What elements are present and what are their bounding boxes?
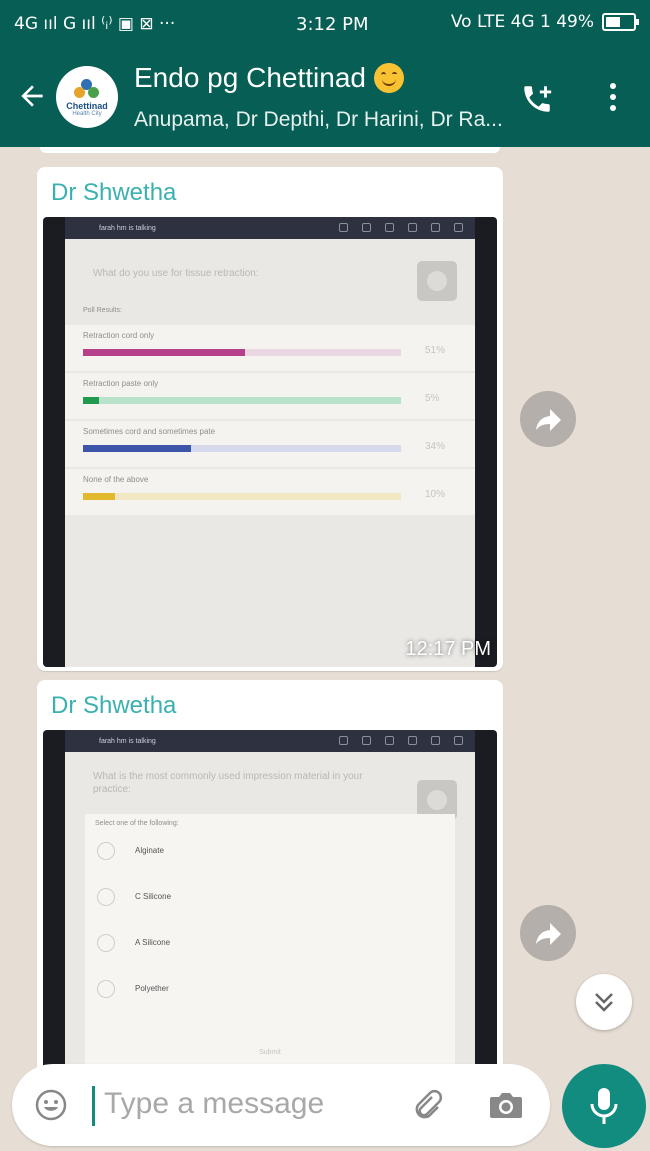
poll-result-row: Sometimes cord and sometimes pate 34% (65, 421, 475, 467)
forward-icon[interactable] (520, 391, 576, 447)
message-input[interactable]: Type a message (104, 1087, 324, 1121)
message-bubble[interactable]: Dr Shwetha farah hm is talking What is t… (37, 680, 503, 1067)
poll-results-label: Poll Results: (83, 307, 122, 314)
group-name: Endo pg Chettinad (134, 62, 366, 93)
talking-indicator: farah hm is talking (99, 737, 156, 745)
previous-message-edge (40, 147, 500, 153)
message-time: 12:17 PM (405, 638, 491, 660)
poll-question: What is the most commonly used impressio… (93, 771, 363, 795)
poll-result-row: Retraction paste only 5% (65, 373, 475, 419)
poll-question: What do you use for tissue retraction: (93, 268, 259, 279)
poll-result-row: None of the above 10% (65, 469, 475, 515)
poll-option: C Silicone (97, 888, 437, 908)
result-label: Retraction cord only (83, 331, 155, 340)
result-percent: 5% (425, 393, 440, 404)
poll-option: Polyether (97, 980, 437, 1000)
result-bar-track (83, 493, 401, 500)
talking-indicator: farah hm is talking (99, 224, 156, 232)
status-time: 3:12 PM (296, 14, 369, 35)
radio-icon (97, 842, 115, 860)
result-bar-track (83, 397, 401, 404)
option-label: C Silicone (135, 892, 172, 901)
result-percent: 51% (425, 345, 446, 356)
result-label: Sometimes cord and sometimes pate (83, 427, 216, 436)
result-bar-fill (83, 349, 245, 356)
network-battery-text: Vo LTE 4G 1 49% (450, 12, 594, 32)
message-bubble[interactable]: Dr Shwetha farah hm is talking What do y… (37, 167, 503, 671)
poll-option: Alginate (97, 842, 437, 862)
radio-icon (97, 888, 115, 906)
toolbar-icons (339, 736, 463, 745)
result-bar-fill (83, 397, 99, 404)
avatar-subtext: Health City (72, 110, 102, 117)
sender-name: Dr Shwetha (51, 692, 177, 719)
message-composer[interactable]: Type a message (12, 1064, 550, 1146)
poll-result-row: Retraction cord only 51% (65, 325, 475, 371)
status-indicators-left: 4G ııl G ııl ⁽ᵢ⁾ ▣ ⊠ ··· (14, 14, 176, 34)
toolbar-icons (339, 223, 463, 232)
poll-results-screenshot: farah hm is talking What do you use for … (65, 217, 475, 667)
poll-option: A Silicone (97, 934, 437, 954)
hospital-logo-icon (74, 78, 100, 101)
result-bar-track (83, 445, 401, 452)
option-label: Alginate (135, 846, 164, 855)
radio-icon (97, 980, 115, 998)
result-bar-fill (83, 493, 115, 500)
result-bar-track (83, 349, 401, 356)
chat-header: Chettinad Health City Endo pg Chettinad … (0, 50, 650, 147)
option-label: A Silicone (135, 938, 171, 947)
result-percent: 34% (425, 441, 446, 452)
attach-icon[interactable] (410, 1088, 444, 1122)
camera-icon[interactable] (488, 1090, 524, 1120)
image-attachment[interactable]: farah hm is talking What is the most com… (43, 730, 497, 1067)
smiling-emoji-icon (373, 63, 404, 93)
image-attachment[interactable]: farah hm is talking What do you use for … (43, 217, 497, 667)
result-bar-fill (83, 445, 191, 452)
mic-icon[interactable] (562, 1064, 646, 1148)
screen-top-bar: farah hm is talking (65, 730, 475, 752)
option-label: Polyether (135, 984, 169, 993)
double-chevron-down-icon[interactable] (576, 974, 632, 1030)
poll-hint: Select one of the following: (95, 820, 179, 827)
poll-question-screenshot: farah hm is talking What is the most com… (65, 730, 475, 1067)
emoji-icon[interactable] (34, 1088, 68, 1122)
poll-options-card: Select one of the following: Alginate C … (85, 814, 455, 1064)
result-label: None of the above (83, 475, 149, 484)
status-indicators-right: Vo LTE 4G 1 49% (450, 12, 639, 32)
result-label: Retraction paste only (83, 379, 159, 388)
status-bar: 4G ııl G ııl ⁽ᵢ⁾ ▣ ⊠ ··· 3:12 PM Vo LTE … (0, 0, 650, 50)
forward-icon[interactable] (520, 905, 576, 961)
add-call-icon[interactable] (520, 82, 554, 116)
battery-icon (602, 13, 639, 31)
back-arrow-icon[interactable] (16, 80, 48, 112)
result-percent: 10% (425, 489, 446, 500)
message-list[interactable]: Dr Shwetha farah hm is talking What do y… (0, 147, 650, 1067)
avatar-text: Chettinad (66, 100, 108, 111)
group-title[interactable]: Endo pg Chettinad (134, 62, 404, 94)
submit-label: Submit (259, 1049, 281, 1056)
group-avatar[interactable]: Chettinad Health City (56, 66, 118, 128)
participants-list[interactable]: Anupama, Dr Depthi, Dr Harini, Dr Ra... (134, 108, 503, 132)
text-cursor (92, 1086, 95, 1126)
overflow-menu-icon[interactable] (600, 80, 626, 116)
screen-top-bar: farah hm is talking (65, 217, 475, 239)
presenter-thumbnail-icon (417, 261, 457, 301)
sender-name: Dr Shwetha (51, 179, 177, 206)
radio-icon (97, 934, 115, 952)
